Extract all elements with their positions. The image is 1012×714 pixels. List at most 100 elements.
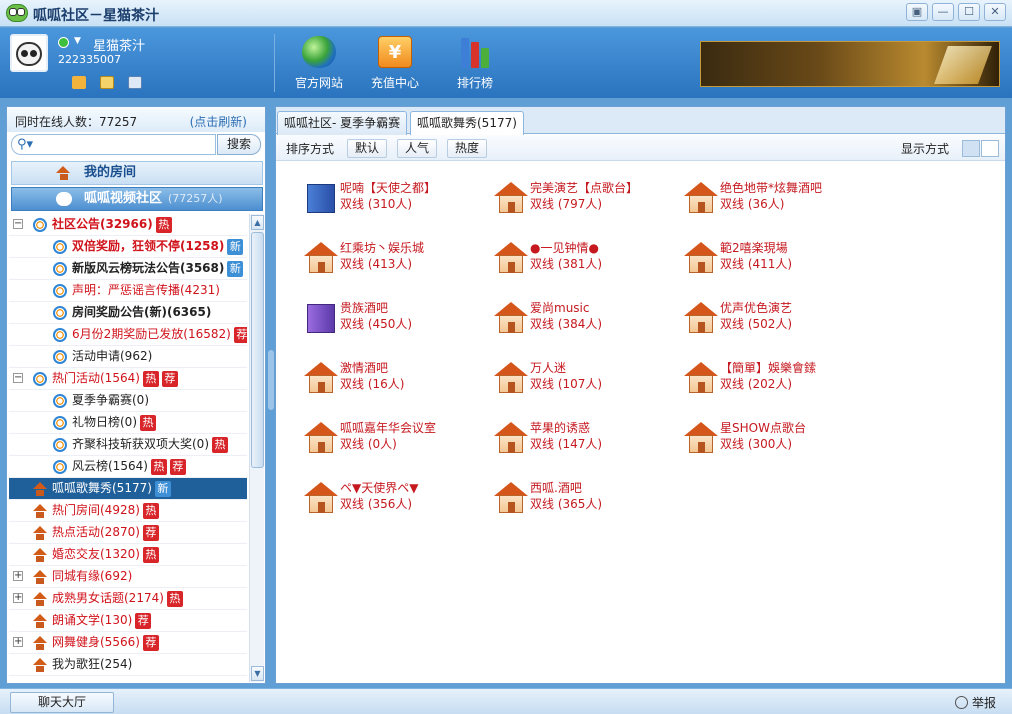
sidebar-item[interactable]: 婚恋交友(1320) 热 — [9, 544, 247, 566]
room-name[interactable]: 星SHOW点歌台 — [720, 419, 806, 436]
ad-banner[interactable] — [700, 41, 1000, 87]
room-name[interactable]: 激情酒吧 — [340, 359, 388, 376]
scroll-up-icon[interactable]: ▲ — [251, 215, 264, 230]
room-item[interactable]: 完美演艺【点歌台】 双线 (797人) — [494, 179, 679, 219]
sidebar-item[interactable]: 活动申请(962) — [9, 346, 247, 368]
room-item[interactable]: 苹果的诱惑 双线 (147人) — [494, 419, 679, 459]
skin-button[interactable]: ▣ — [906, 3, 928, 21]
room-name[interactable]: 【簡單】娛樂會鎍 — [720, 359, 816, 376]
room-item[interactable]: ペ▼天使界ペ▼ 双线 (356人) — [304, 479, 489, 519]
sidebar-item[interactable]: + 成熟男女话题(2174) 热 — [9, 588, 247, 610]
sort-default-button[interactable]: 默认 — [347, 139, 388, 158]
vip-house-icon — [494, 302, 528, 334]
expand-icon[interactable]: + — [13, 571, 23, 581]
room-name[interactable]: 呢喃【天使之都】 — [340, 179, 436, 196]
sort-heat-button[interactable]: 热度 — [447, 139, 488, 158]
room-item[interactable]: 【簡單】娛樂會鎍 双线 (202人) — [684, 359, 869, 399]
scroll-thumb[interactable] — [251, 232, 264, 468]
list-view-icon[interactable] — [962, 140, 980, 157]
report-button[interactable]: 举报 — [954, 694, 996, 711]
room-item[interactable]: 星SHOW点歌台 双线 (300人) — [684, 419, 869, 459]
minimize-button[interactable]: — — [932, 3, 954, 21]
collapse-icon[interactable]: − — [13, 373, 23, 383]
chat-hall-button[interactable]: 聊天大厅 — [10, 692, 114, 713]
collapse-icon[interactable]: − — [13, 219, 23, 229]
search-button[interactable]: 搜索 — [217, 134, 261, 155]
room-item[interactable]: 呱呱嘉年华会议室 双线 (0人) — [304, 419, 489, 459]
video-community-header[interactable]: 呱呱视频社区 (77257人) — [11, 187, 263, 211]
window-controls: ▣ — ☐ ✕ — [906, 3, 1006, 21]
close-button[interactable]: ✕ — [984, 3, 1006, 21]
my-room-button[interactable]: 我的房间 — [11, 161, 263, 185]
room-name[interactable]: 呱呱嘉年华会议室 — [340, 419, 436, 436]
sidebar-item[interactable]: 礼物日榜(0) 热 — [9, 412, 247, 434]
sidebar-item[interactable]: 声明：严惩谣言传播(4231) — [9, 280, 247, 302]
grid-view-icon[interactable] — [981, 140, 999, 157]
sidebar-item[interactable]: 6月份2期奖励已发放(16582) 荐 — [9, 324, 247, 346]
room-item[interactable]: 绝色地带*炫舞酒吧 双线 (36人) — [684, 179, 869, 219]
room-item[interactable]: ●一见钟情● 双线 (381人) — [494, 239, 679, 279]
room-name[interactable]: 绝色地带*炫舞酒吧 — [720, 179, 822, 196]
status-dropdown-icon[interactable]: ▼ — [74, 36, 81, 46]
sidebar-item[interactable]: 我为歌狂(254) — [9, 654, 247, 676]
expand-icon[interactable]: + — [13, 637, 23, 647]
room-name[interactable]: 苹果的诱惑 — [530, 419, 590, 436]
scroll-down-icon[interactable]: ▼ — [251, 666, 264, 681]
room-name[interactable]: 万人迷 — [530, 359, 566, 376]
room-name[interactable]: 红乘坊丶娱乐城 — [340, 239, 424, 256]
room-user-count: 双线 (365人) — [530, 497, 603, 511]
sidebar-item-label: 社区公告(32966) — [52, 217, 153, 231]
search-icon[interactable]: ⚲▾ — [11, 134, 41, 155]
sort-popularity-button[interactable]: 人气 — [397, 139, 438, 158]
room-item[interactable]: 红乘坊丶娱乐城 双线 (413人) — [304, 239, 489, 279]
maximize-button[interactable]: ☐ — [958, 3, 980, 21]
sidebar-item[interactable]: − 社区公告(32966) 热 — [9, 214, 247, 236]
sidebar-item[interactable]: 呱呱歌舞秀(5177) 新 — [9, 478, 247, 500]
room-name[interactable]: 完美演艺【点歌台】 — [530, 179, 638, 196]
room-name[interactable]: ●一见钟情● — [530, 239, 599, 256]
room-item[interactable]: 爱尚music 双线 (384人) — [494, 299, 679, 339]
sidebar-item[interactable]: 朗诵文学(130) 荐 — [9, 610, 247, 632]
sidebar-item[interactable]: 夏季争霸赛(0) — [9, 390, 247, 412]
panel-splitter[interactable] — [268, 350, 274, 410]
tab-summer-contest[interactable]: 呱呱社区- 夏季争霸赛 — [277, 111, 408, 135]
room-name[interactable]: 爱尚music — [530, 299, 589, 316]
room-item[interactable]: 西呱.酒吧 双线 (365人) — [494, 479, 679, 519]
room-name[interactable]: 贵族酒吧 — [340, 299, 388, 316]
room-name[interactable]: 西呱.酒吧 — [530, 479, 582, 496]
profile-card-icon[interactable] — [128, 76, 142, 89]
expand-icon[interactable]: + — [13, 593, 23, 603]
sidebar-item[interactable]: 双倍奖励，狂领不停(1258) 新 — [9, 236, 247, 258]
sidebar-item[interactable]: 新版风云榜玩法公告(3568) 新 — [9, 258, 247, 280]
sidebar-item[interactable]: + 网舞健身(5566) 荐 — [9, 632, 247, 654]
recharge-center-button[interactable]: ¥ 充值中心 — [360, 36, 430, 91]
sidebar-item[interactable]: 热门房间(4928) 热 — [9, 500, 247, 522]
room-name[interactable]: 优声优色演艺 — [720, 299, 792, 316]
sidebar-item[interactable]: 齐聚科技斩获双项大奖(0) 热 — [9, 434, 247, 456]
mail-icon[interactable] — [100, 76, 114, 89]
avatar[interactable] — [10, 34, 48, 72]
sidebar-item[interactable]: 热点活动(2870) 荐 — [9, 522, 247, 544]
room-user-count: 双线 (413人) — [340, 257, 413, 271]
online-status-icon[interactable] — [58, 37, 69, 48]
ranking-button[interactable]: 排行榜 — [440, 36, 510, 91]
house-icon — [494, 182, 528, 214]
tab-song-dance-show[interactable]: 呱呱歌舞秀(5177) — [410, 111, 524, 136]
search-input[interactable] — [40, 134, 216, 155]
tree-scrollbar[interactable]: ▲ ▼ — [249, 214, 264, 682]
room-name[interactable]: 範2嘻楽現場 — [720, 239, 788, 256]
room-item[interactable]: 激情酒吧 双线 (16人) — [304, 359, 489, 399]
room-item[interactable]: 万人迷 双线 (107人) — [494, 359, 679, 399]
room-name[interactable]: ペ▼天使界ペ▼ — [340, 479, 418, 496]
sidebar-item[interactable]: + 同城有缘(692) — [9, 566, 247, 588]
room-item[interactable]: 贵族酒吧 双线 (450人) — [304, 299, 489, 339]
sidebar-item[interactable]: 风云榜(1564) 热荐 — [9, 456, 247, 478]
room-item[interactable]: 範2嘻楽現場 双线 (411人) — [684, 239, 869, 279]
room-item[interactable]: 呢喃【天使之都】 双线 (310人) — [304, 179, 489, 219]
refresh-link[interactable]: (点击刷新) — [190, 113, 247, 130]
wallet-icon[interactable] — [72, 76, 86, 89]
sidebar-item[interactable]: 房间奖励公告(新)(6365) — [9, 302, 247, 324]
sidebar-item[interactable]: − 热门活动(1564) 热荐 — [9, 368, 247, 390]
official-site-button[interactable]: 官方网站 — [284, 36, 354, 91]
room-item[interactable]: 优声优色演艺 双线 (502人) — [684, 299, 869, 339]
